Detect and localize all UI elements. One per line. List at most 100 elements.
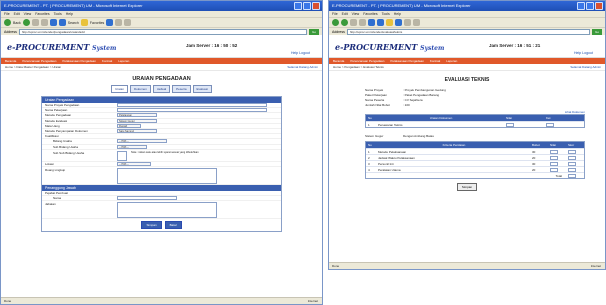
nama-input[interactable] xyxy=(117,196,177,201)
minimize-icon[interactable] xyxy=(294,2,302,10)
menu-edit[interactable]: Edit xyxy=(342,11,348,17)
search-label[interactable]: Search xyxy=(68,21,79,25)
sub-bidang-select[interactable]: -- Pilih -- xyxy=(117,144,147,149)
minimize-icon[interactable] xyxy=(577,2,585,10)
tab-uraian[interactable]: Uraian xyxy=(111,85,128,93)
history-icon[interactable] xyxy=(106,19,114,26)
menu-edit[interactable]: Edit xyxy=(14,11,20,17)
total-input[interactable] xyxy=(568,174,576,178)
menu-file[interactable]: File xyxy=(4,11,10,17)
go-button[interactable]: Go xyxy=(592,28,602,35)
tab-peserta[interactable]: Peserta xyxy=(172,85,191,93)
header-links[interactable]: Help Logout xyxy=(574,51,593,55)
menu-help[interactable]: Help xyxy=(66,11,73,17)
tab-dokumen[interactable]: Dokumen xyxy=(129,85,151,93)
refresh-icon[interactable] xyxy=(359,19,366,26)
nav-laporan[interactable]: Laporan xyxy=(446,58,457,64)
home-icon[interactable] xyxy=(49,19,57,26)
dokumen-table: No Uraian Dokumen Nilai Ket 1 Penawaran … xyxy=(365,114,585,128)
nav-laporan[interactable]: Laporan xyxy=(118,58,129,64)
mata-uang-select[interactable]: Rupiah xyxy=(117,123,141,128)
header-links[interactable]: Help Logout xyxy=(291,51,310,55)
search-icon[interactable] xyxy=(377,19,384,26)
address-bar: Address http://eproc.umm/tender/evaluasi… xyxy=(329,27,605,35)
nav-kontrak[interactable]: Kontrak xyxy=(430,58,440,64)
mail-icon[interactable] xyxy=(404,19,411,26)
back-icon[interactable] xyxy=(332,19,339,26)
skor-input[interactable] xyxy=(568,162,576,166)
close-icon[interactable] xyxy=(312,2,320,10)
address-label: Address xyxy=(4,29,17,34)
status-bar: Done Internet xyxy=(329,262,605,269)
tab-jadwal[interactable]: Jadwal xyxy=(152,85,171,93)
nilai-input[interactable] xyxy=(550,168,558,172)
mail-icon[interactable] xyxy=(115,19,123,26)
skor-input[interactable] xyxy=(568,156,576,160)
browser-window-left: E-PROCUREMENT - PT. ( PROCUREMENT) UM - … xyxy=(0,0,323,305)
metode-evaluasi-select[interactable]: Sistem Gugur xyxy=(117,118,157,123)
nama-proyek-input[interactable] xyxy=(117,103,267,108)
forward-icon[interactable] xyxy=(341,19,348,26)
nav-kontrak[interactable]: Kontrak xyxy=(102,58,112,64)
forward-icon[interactable] xyxy=(22,19,30,26)
stop-icon[interactable] xyxy=(31,19,39,26)
skor-input[interactable] xyxy=(568,150,576,154)
nav-pelaksanaan[interactable]: Pelaksanaan Pengadaan xyxy=(62,58,96,64)
nilai-input[interactable] xyxy=(550,150,558,154)
kriteria-table: No Kriteria Penilaian Bobot Nilai Skor 1… xyxy=(365,141,585,179)
internet-zone: Internet xyxy=(307,299,318,303)
home-icon[interactable] xyxy=(368,19,375,26)
menu-favorites[interactable]: Favorites xyxy=(363,11,377,17)
go-button[interactable]: Go xyxy=(309,28,319,35)
menu-view[interactable]: View xyxy=(24,11,32,17)
toolbar xyxy=(329,17,605,27)
maximize-icon[interactable] xyxy=(586,2,594,10)
menu-tools[interactable]: Tools xyxy=(382,11,390,17)
cancel-button[interactable]: Batal xyxy=(164,221,182,230)
window-controls xyxy=(294,2,320,10)
favorites-icon[interactable] xyxy=(386,19,393,26)
menu-help[interactable]: Help xyxy=(394,11,401,17)
nav-pelaksanaan[interactable]: Pelaksanaan Pengadaan xyxy=(390,58,424,64)
toolbar: Back Search Favorites xyxy=(1,17,322,27)
nama-pekerjaan-input[interactable] xyxy=(117,108,267,113)
stop-icon[interactable] xyxy=(350,19,357,26)
save-button[interactable]: Simpan xyxy=(141,221,162,230)
address-input[interactable]: http://eproc.umm/tender/evaluasi/teknis xyxy=(346,28,590,35)
menu-tools[interactable]: Tools xyxy=(54,11,62,17)
nilai-input[interactable] xyxy=(550,162,558,166)
print-icon[interactable] xyxy=(124,19,132,26)
save-button[interactable]: Simpan xyxy=(457,183,477,191)
history-icon[interactable] xyxy=(395,19,402,26)
back-icon[interactable] xyxy=(4,19,11,26)
ket-input[interactable] xyxy=(546,123,554,127)
table-row: 1 Metode Pelaksanaan 30 xyxy=(366,148,584,154)
refresh-icon[interactable] xyxy=(40,19,48,26)
address-input[interactable]: http://eproc.umm/tender/pengadaan/uraian… xyxy=(18,28,307,35)
skor-input[interactable] xyxy=(568,168,576,172)
metode-pengadaan-select[interactable]: Pelelangan xyxy=(117,113,157,118)
bidang-usaha-select[interactable]: -- Pilih -- xyxy=(117,139,167,144)
print-icon[interactable] xyxy=(413,19,420,26)
nilai-input[interactable] xyxy=(506,123,514,127)
title-bar: E-PROCUREMENT - PT. ( PROCUREMENT) UM - … xyxy=(329,1,605,11)
status-bar: Done Internet xyxy=(1,297,322,304)
tab-evaluasi[interactable]: Evaluasi xyxy=(192,85,212,93)
favorites-label[interactable]: Favorites xyxy=(90,21,104,25)
lokasi-select[interactable]: -- Pilih -- xyxy=(117,161,151,166)
form-row: Sub Sub Bidang Usaha Note : isikan satu a… xyxy=(42,150,281,162)
ruang-lingkup-textarea[interactable] xyxy=(117,167,217,184)
search-icon[interactable] xyxy=(58,19,66,26)
maximize-icon[interactable] xyxy=(303,2,311,10)
close-icon[interactable] xyxy=(595,2,603,10)
back-label[interactable]: Back xyxy=(13,21,21,25)
menu-view[interactable]: View xyxy=(352,11,360,17)
nilai-input[interactable] xyxy=(550,156,558,160)
menu-file[interactable]: File xyxy=(332,11,338,17)
sub-sub-bidang-list[interactable] xyxy=(117,150,127,161)
menu-favorites[interactable]: Favorites xyxy=(35,11,49,17)
table-row: 4 Peralatan Utama 20 xyxy=(366,166,584,172)
metode-dokumen-select[interactable]: Satu Sampul xyxy=(117,129,157,134)
favorites-icon[interactable] xyxy=(80,19,88,26)
jabatan-textarea[interactable] xyxy=(117,202,217,219)
